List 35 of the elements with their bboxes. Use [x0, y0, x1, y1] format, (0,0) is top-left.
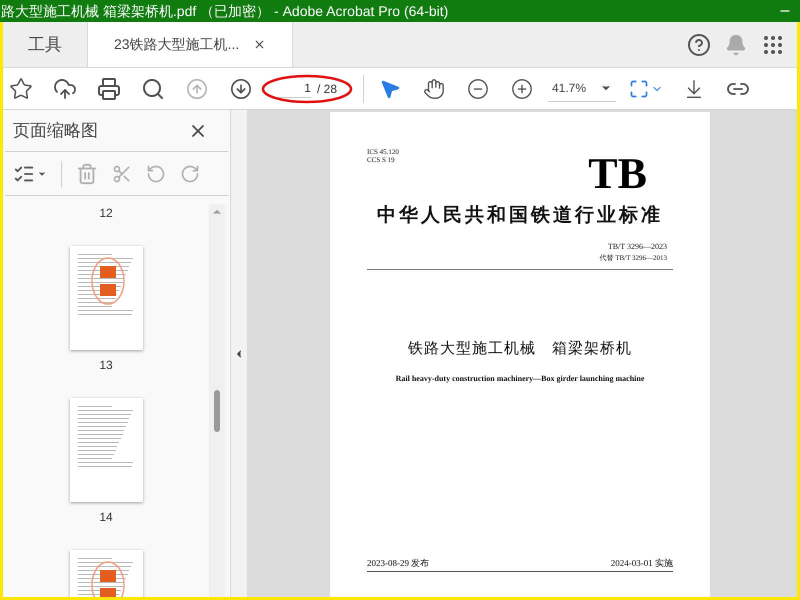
panel-title: 页面缩略图: [13, 120, 98, 142]
help-icon[interactable]: [687, 32, 711, 56]
document-title: 铁路大型施工机械 箱梁架桥机: [407, 339, 633, 359]
document-subtitle: Rail heavy-duty construction machinery—Box girder launching machine: [394, 372, 646, 384]
page-number-label: 14: [99, 510, 113, 524]
scrollbar[interactable]: [209, 204, 225, 597]
fit-page-icon: [629, 78, 649, 98]
zoom-out-icon: [467, 78, 489, 100]
page-number-label: 13: [99, 358, 113, 372]
issue-date: 2023-08-29 发布: [367, 556, 430, 570]
standard-code: TB/T 3296—2023: [608, 240, 667, 252]
tab[interactable]: 23铁路大型施工机...: [87, 22, 294, 67]
page-count: / 28: [316, 80, 337, 98]
zoom-dropdown[interactable]: 41.7%: [548, 76, 616, 102]
arrow-down-circle-icon: [230, 78, 252, 100]
cloud-upload-icon: [53, 76, 77, 100]
page-number-label: 12: [99, 206, 113, 220]
page-thumbnail[interactable]: [70, 246, 142, 350]
tab[interactable]: 工具: [3, 22, 87, 67]
page-number-field[interactable]: 1: [276, 79, 311, 98]
zoom-in-icon: [511, 78, 533, 100]
printer-icon: [97, 76, 121, 100]
hand-icon: [423, 78, 445, 100]
seal-stamp-icon: [90, 256, 126, 306]
tab-label: 23铁路大型施工机...: [114, 35, 240, 54]
page-thumbnail[interactable]: [70, 398, 142, 502]
tab-label: 工具: [28, 34, 62, 56]
seal-stamp-icon: [90, 560, 126, 597]
window-title: 路大型施工机械 箱梁架桥机.pdf （已加密） - Adobe Acrobat Pro (64-bit): [0, 2, 448, 21]
close-icon[interactable]: [253, 38, 266, 51]
search-icon: [141, 76, 165, 100]
star-icon: [9, 76, 33, 100]
standard-logo: TB: [588, 154, 647, 194]
standard-heading: 中华人民共和国铁道行业标准: [376, 204, 664, 228]
effective-date: 2024-03-01 实施: [610, 556, 673, 570]
